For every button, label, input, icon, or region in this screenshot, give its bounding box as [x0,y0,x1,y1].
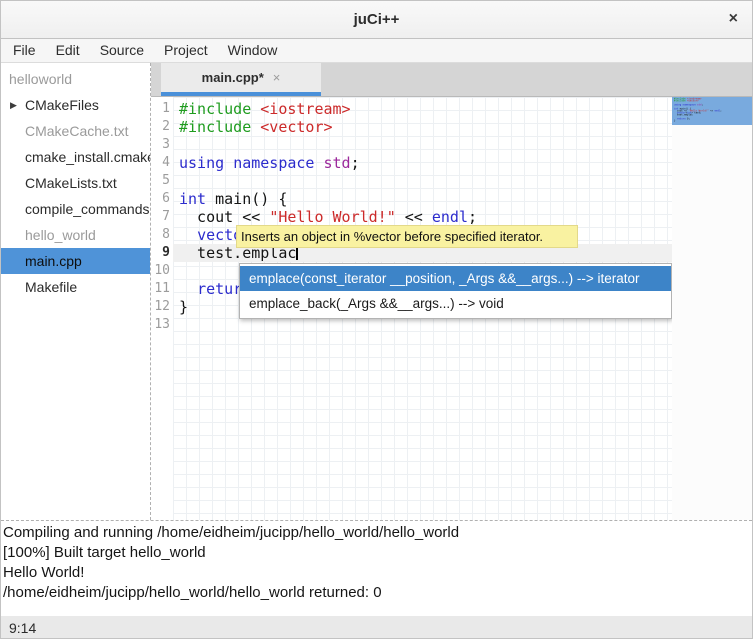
editor-pane: main.cpp* × 12345678910111213 #include <… [151,63,752,520]
code-token [224,154,233,172]
tree-item-label: CMakeCache.txt [25,123,128,139]
code-token: } [179,298,188,316]
line-number: 13 [151,316,173,334]
tree-item-label: compile_commands.json [25,201,150,217]
tree-item-label: main.cpp [25,253,82,269]
menu-item-window[interactable]: Window [218,39,288,62]
editor-body: 12345678910111213 #include <iostream>#in… [151,97,752,520]
line-number: 1 [151,100,173,118]
autocomplete-popup: emplace(const_iterator __position, _Args… [239,263,672,319]
title-bar: juCi++ × [1,1,752,39]
tree-item-helloworld[interactable]: helloworld [1,66,150,92]
code-line[interactable]: #include <vector> [173,118,672,136]
cursor-position: 9:14 [9,620,36,636]
menu-item-source[interactable]: Source [90,39,154,62]
app-window: juCi++ × FileEditSourceProjectWindow hel… [0,0,753,639]
line-number: 2 [151,118,173,136]
tree-item-cmakelists-txt[interactable]: CMakeLists.txt [1,170,150,196]
tree-item-makefile[interactable]: Makefile [1,274,150,300]
minimap-line [674,122,736,124]
code-token [251,118,260,136]
line-number: 10 [151,262,173,280]
terminal-line: Compiling and running /home/eidheim/juci… [3,523,752,543]
menu-item-edit[interactable]: Edit [46,39,90,62]
line-number: 5 [151,172,173,190]
tab-close-icon[interactable]: × [273,70,281,85]
line-number: 4 [151,154,173,172]
tree-item-cmake-install-cmake[interactable]: cmake_install.cmake [1,144,150,170]
code-token: cout << [179,208,269,226]
menu-item-file[interactable]: File [3,39,46,62]
menu-bar: FileEditSourceProjectWindow [1,39,752,63]
code-token: << [396,208,432,226]
tree-item-label: Makefile [25,279,77,295]
expander-arrow-icon[interactable]: ▶ [10,92,17,118]
main-area: helloworld ▶ CMakeFiles CMakeCache.txt cmake… [1,63,752,520]
tree-item-compile-commands-json[interactable]: compile_commands.json [1,196,150,222]
tree-item-label: cmake_install.cmake [25,149,150,165]
code-line[interactable] [173,172,672,190]
code-line[interactable] [173,136,672,154]
line-number: 8 [151,226,173,244]
code-token: endl [432,208,468,226]
minimap-viewport[interactable]: #include <iostream>#include <vector>usin… [672,97,752,125]
terminal-output[interactable]: Compiling and running /home/eidheim/juci… [1,520,752,616]
tree-item-label: hello_world [25,227,96,243]
line-number: 3 [151,136,173,154]
tree-item-cmakefiles[interactable]: ▶ CMakeFiles [1,92,150,118]
completion-tooltip: Inserts an object in %vector before spec… [236,225,578,248]
line-number: 7 [151,208,173,226]
terminal-line: Hello World! [3,563,752,583]
line-number: 12 [151,298,173,316]
code-line[interactable]: #include <iostream> [173,100,672,118]
code-token: using [179,154,224,172]
line-number-gutter: 12345678910111213 [151,97,173,520]
terminal-line: /home/eidheim/jucipp/hello_world/hello_w… [3,583,752,603]
line-number: 6 [151,190,173,208]
autocomplete-item[interactable]: emplace_back(_Args &&__args...) --> void [240,291,671,316]
code-token: #include [179,118,251,136]
code-token: ; [351,154,360,172]
code-token: <vector> [260,118,332,136]
code-token: namespace [233,154,314,172]
code-token: ; [468,208,477,226]
minimap[interactable]: #include <iostream>#include <vector>usin… [672,97,752,520]
code-line[interactable]: int main() { [173,190,672,208]
tree-item-label: helloworld [9,71,72,87]
code-line[interactable]: cout << "Hello World!" << endl; [173,208,672,226]
tab-label: main.cpp* [202,70,264,85]
code-token: int [179,190,206,208]
code-token [179,226,197,244]
tab-bar: main.cpp* × [151,63,752,97]
autocomplete-item[interactable]: emplace(const_iterator __position, _Args… [240,266,671,291]
code-token: main() { [206,190,287,208]
file-tree[interactable]: helloworld ▶ CMakeFiles CMakeCache.txt cmake… [1,63,151,520]
line-number: 9 [151,244,173,262]
code-token [314,154,323,172]
tree-item-main-cpp[interactable]: main.cpp [1,248,150,274]
code-token [251,100,260,118]
tree-item-hello-world[interactable]: hello_world [1,222,150,248]
code-token: std [324,154,351,172]
code-token: <iostream> [260,100,350,118]
status-bar: 9:14 [1,616,752,639]
tree-item-cmakecache-txt[interactable]: CMakeCache.txt [1,118,150,144]
close-icon[interactable]: × [729,10,738,28]
tab-main-cpp[interactable]: main.cpp* × [161,63,321,96]
window-title: juCi++ [354,11,400,28]
menu-item-project[interactable]: Project [154,39,218,62]
code-line[interactable]: using namespace std; [173,154,672,172]
code-editor[interactable]: #include <iostream>#include <vector>usin… [173,97,672,520]
code-token [179,280,197,298]
tree-item-label: CMakeLists.txt [25,175,117,191]
terminal-line: [100%] Built target hello_world [3,543,752,563]
line-number: 11 [151,280,173,298]
code-token: #include [179,100,251,118]
tree-item-label: CMakeFiles [25,97,99,113]
code-token: "Hello World!" [269,208,395,226]
